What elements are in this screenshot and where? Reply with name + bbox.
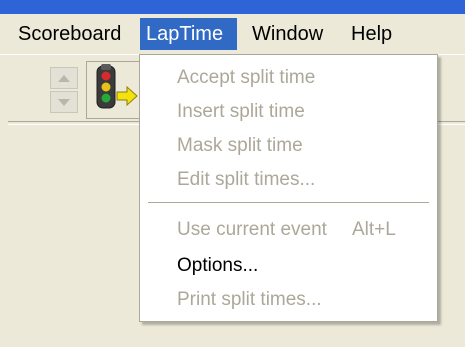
menu-bar: Scoreboard LapTime Window Help	[0, 14, 465, 54]
menu-laptime[interactable]: LapTime	[140, 18, 237, 50]
menu-separator	[148, 202, 429, 204]
spin-up-icon	[58, 74, 70, 82]
laptime-menu-dropdown: Accept split time Insert split time Mask…	[139, 54, 438, 322]
menu-item-accept-split-time[interactable]: Accept split time	[140, 61, 437, 95]
title-bar-strip	[0, 0, 465, 14]
shortcut-label: Alt+L	[352, 219, 396, 240]
spin-down-icon	[58, 98, 70, 106]
menu-window[interactable]: Window	[246, 18, 329, 50]
menu-item-edit-split-times[interactable]: Edit split times...	[140, 163, 437, 197]
spin-down-button[interactable]	[50, 91, 78, 113]
spin-up-button[interactable]	[50, 67, 78, 89]
traffic-light-button[interactable]	[86, 61, 140, 119]
menu-item-options[interactable]: Options...	[140, 249, 437, 283]
menu-help[interactable]: Help	[345, 18, 398, 50]
menu-item-mask-split-time[interactable]: Mask split time	[140, 129, 437, 163]
traffic-light-icon	[96, 64, 138, 109]
menu-item-print-split-times[interactable]: Print split times...	[140, 283, 437, 317]
menu-item-use-current-event[interactable]: Use current event Alt+L	[140, 213, 437, 247]
menu-item-label: Use current event	[177, 219, 327, 240]
menu-item-insert-split-time[interactable]: Insert split time	[140, 95, 437, 129]
menu-scoreboard[interactable]: Scoreboard	[12, 18, 127, 50]
